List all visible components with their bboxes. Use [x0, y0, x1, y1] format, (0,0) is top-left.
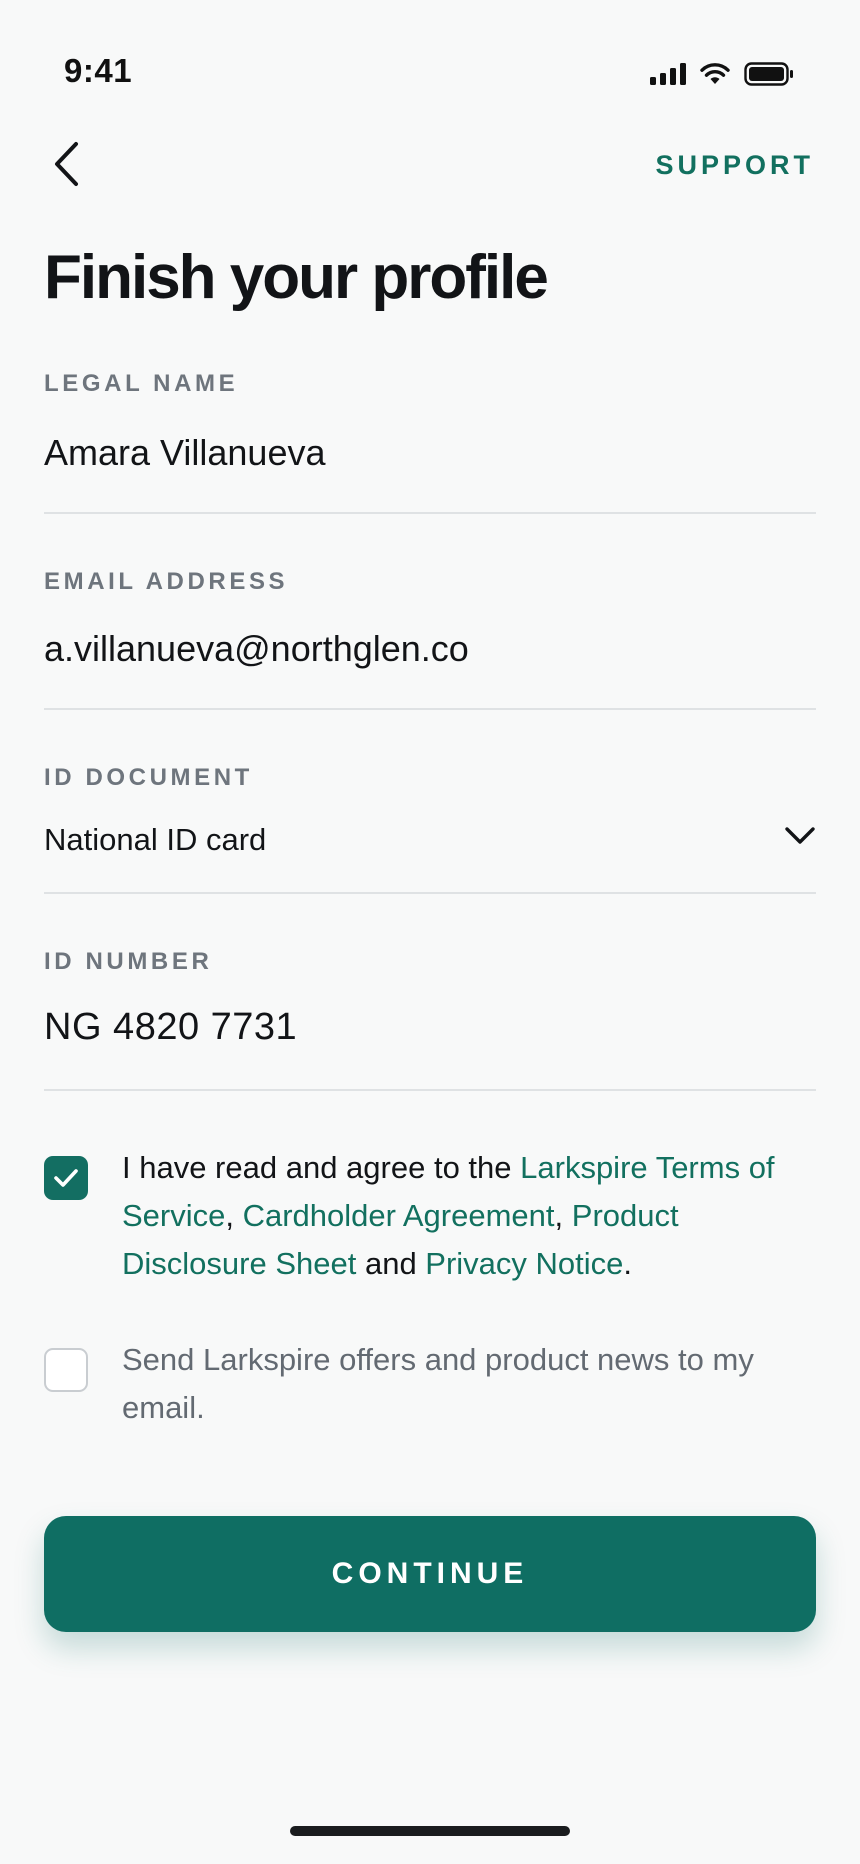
- back-button[interactable]: [44, 136, 88, 192]
- wifi-icon: [700, 63, 730, 84]
- status-icons: [650, 62, 794, 86]
- terms-separator: ,: [554, 1198, 572, 1233]
- finish-profile-screen: 9:41 SUPPORT Finish your profile LEGAL N…: [0, 0, 860, 1864]
- legal-name-input[interactable]: Amara Villanueva: [44, 432, 816, 474]
- terms-period: .: [623, 1246, 633, 1281]
- status-time: 9:41: [64, 52, 133, 89]
- chevron-down-icon[interactable]: [784, 826, 816, 846]
- id-number-field[interactable]: ID NUMBER NG 4820 7731: [44, 948, 816, 1091]
- continue-label: CONTINUE: [331, 1557, 529, 1590]
- terms-consent-text: I have read and agree to the Larkspire T…: [122, 1144, 816, 1288]
- support-link[interactable]: SUPPORT: [655, 150, 814, 181]
- home-indicator: [290, 1826, 570, 1836]
- terms-and-text: and: [356, 1246, 426, 1281]
- id-document-label: ID DOCUMENT: [44, 764, 253, 791]
- id-number-input[interactable]: NG 4820 7731: [44, 1006, 816, 1049]
- marketing-checkbox[interactable]: [44, 1348, 88, 1392]
- cellular-signal-icon: [650, 63, 686, 85]
- terms-consent-row: I have read and agree to the Larkspire T…: [44, 1150, 816, 1288]
- page-title: Finish your profile: [44, 243, 549, 312]
- marketing-consent-row: Send Larkspire offers and product news t…: [44, 1342, 816, 1432]
- cardholder-agreement-link[interactable]: Cardholder Agreement: [243, 1198, 555, 1233]
- chevron-left-icon: [55, 142, 78, 186]
- legal-name-label: LEGAL NAME: [44, 370, 239, 397]
- email-field[interactable]: EMAIL ADDRESS a.villanueva@northglen.co: [44, 568, 816, 710]
- checkmark-icon: [54, 1169, 78, 1187]
- email-label: EMAIL ADDRESS: [44, 568, 289, 595]
- id-document-select[interactable]: ID DOCUMENT National ID card: [44, 764, 816, 894]
- legal-name-field[interactable]: LEGAL NAME Amara Villanueva: [44, 370, 816, 514]
- battery-icon: [744, 62, 793, 86]
- terms-separator: ,: [225, 1198, 243, 1233]
- id-document-value[interactable]: National ID card: [44, 822, 816, 858]
- privacy-notice-link[interactable]: Privacy Notice: [425, 1246, 623, 1281]
- id-number-label: ID NUMBER: [44, 948, 213, 975]
- marketing-consent-text: Send Larkspire offers and product news t…: [122, 1342, 754, 1425]
- terms-text-intro: I have read and agree to the: [122, 1150, 521, 1185]
- email-input[interactable]: a.villanueva@northglen.co: [44, 628, 816, 670]
- terms-checkbox[interactable]: [44, 1156, 88, 1200]
- continue-button[interactable]: CONTINUE: [44, 1516, 816, 1632]
